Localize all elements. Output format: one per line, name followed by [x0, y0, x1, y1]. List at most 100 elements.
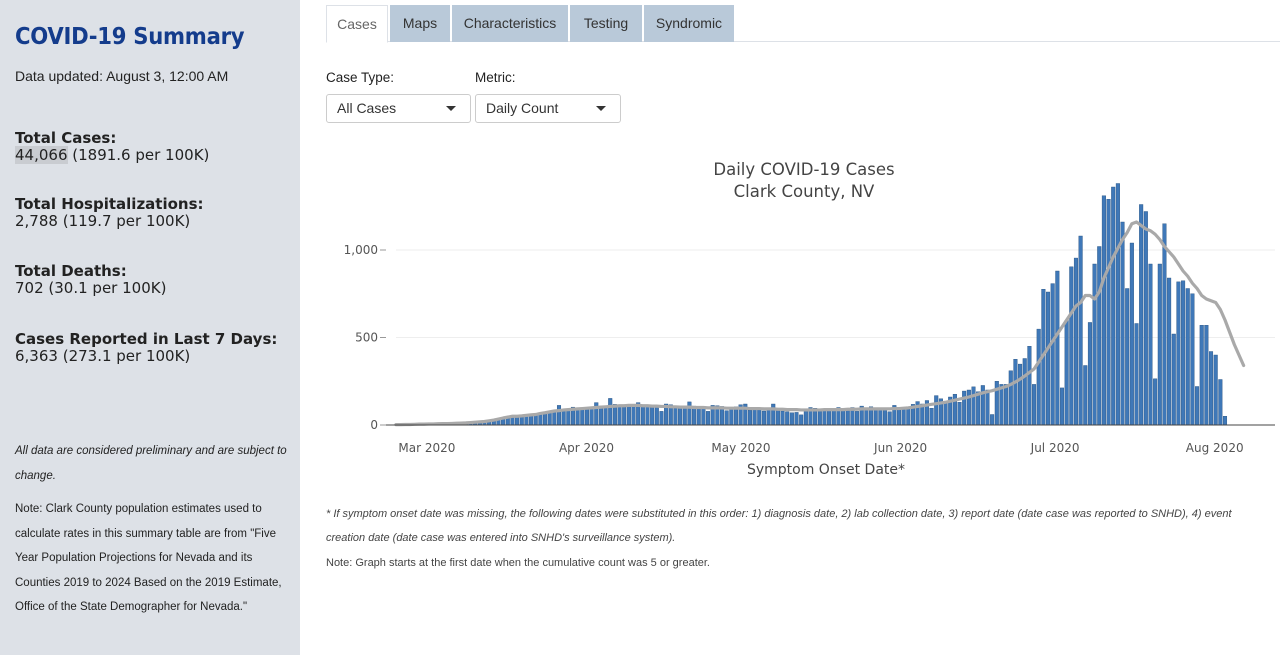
- bar: [999, 384, 1004, 426]
- bar: [682, 406, 687, 426]
- tab-maps[interactable]: Maps: [390, 5, 450, 42]
- x-tick-label: Jul 2020: [1030, 441, 1080, 455]
- bar: [1176, 281, 1181, 426]
- bar: [1087, 322, 1092, 426]
- bar: [1046, 291, 1051, 426]
- bar: [971, 386, 976, 426]
- bar: [1148, 263, 1153, 426]
- bar: [650, 406, 655, 426]
- bar: [752, 408, 757, 426]
- stat-cases-last-7-days: Cases Reported in Last 7 Days: 6,363 (27…: [15, 331, 277, 365]
- tab-testing[interactable]: Testing: [570, 5, 642, 42]
- bar: [976, 391, 981, 426]
- bar: [845, 408, 850, 426]
- stat-label: Total Hospitalizations:: [15, 195, 204, 213]
- stat-label: Cases Reported in Last 7 Days:: [15, 330, 278, 348]
- bar: [747, 410, 752, 426]
- bar: [929, 408, 934, 426]
- bar: [724, 410, 729, 426]
- bar: [1204, 325, 1209, 426]
- bar: [855, 411, 860, 426]
- bar: [1097, 246, 1102, 426]
- bar: [822, 409, 827, 426]
- bar: [631, 405, 636, 426]
- bar: [575, 408, 580, 426]
- bar: [1218, 379, 1223, 426]
- bar: [1199, 325, 1204, 426]
- bar: [780, 410, 785, 426]
- bar: [785, 411, 790, 426]
- stat-value: 44,066 (1891.6 per 100K): [15, 146, 210, 164]
- tab-bar: Cases Maps Characteristics Testing Syndr…: [326, 5, 1280, 43]
- y-tick-label: 500: [355, 331, 378, 345]
- stat-value: 2,788 (119.7 per 100K): [15, 212, 191, 230]
- metric-dropdown[interactable]: Daily Count: [475, 94, 621, 123]
- graph-start-footnote: Note: Graph starts at the first date whe…: [326, 557, 710, 569]
- bar: [1106, 199, 1111, 426]
- bar: [1008, 370, 1013, 426]
- bar: [1115, 183, 1120, 426]
- bar: [1022, 358, 1027, 426]
- bar: [934, 395, 939, 426]
- bar: [990, 414, 995, 426]
- bar: [617, 405, 622, 426]
- bar: [1064, 320, 1069, 426]
- bar: [1222, 416, 1228, 426]
- metric-selected: Daily Count: [486, 100, 559, 116]
- bar: [589, 407, 594, 426]
- x-tick-label: Mar 2020: [398, 441, 455, 455]
- bar: [896, 409, 901, 426]
- chart-subtitle: Clark County, NV: [734, 182, 875, 201]
- stat-value: 6,363 (273.1 per 100K): [15, 347, 191, 365]
- tab-syndromic[interactable]: Syndromic: [644, 5, 734, 42]
- bar: [1143, 211, 1148, 426]
- bar: [1092, 263, 1097, 426]
- bar: [1171, 333, 1176, 426]
- bar: [1153, 378, 1158, 426]
- case-type-dropdown[interactable]: All Cases: [326, 94, 471, 123]
- bar: [1157, 263, 1162, 426]
- bar: [543, 412, 548, 426]
- tab-characteristics[interactable]: Characteristics: [452, 5, 568, 42]
- bar: [883, 409, 888, 426]
- bar: [887, 411, 892, 426]
- bar: [622, 406, 627, 426]
- bar: [687, 401, 692, 426]
- summary-sidebar: COVID-19 Summary Data updated: August 3,…: [0, 0, 300, 655]
- bar: [640, 404, 645, 426]
- bar: [603, 407, 608, 426]
- x-axis-label: Symptom Onset Date*: [747, 462, 905, 478]
- bar: [701, 408, 706, 426]
- stat-total-hospitalizations: Total Hospitalizations: 2,788 (119.7 per…: [15, 196, 204, 230]
- bar: [901, 407, 906, 426]
- bar: [766, 409, 771, 426]
- tab-cases[interactable]: Cases: [326, 5, 388, 43]
- bar: [1078, 235, 1083, 426]
- bar: [1195, 386, 1200, 426]
- bar: [626, 405, 631, 426]
- preliminary-note: All data are considered preliminary and …: [15, 445, 287, 482]
- y-tick-label: 0: [370, 418, 378, 432]
- bar: [1209, 351, 1214, 426]
- bar: [515, 416, 520, 426]
- bar: [771, 403, 776, 426]
- x-tick-label: Aug 2020: [1186, 441, 1244, 455]
- y-tick-label: 1,000: [344, 243, 378, 257]
- bar: [1139, 204, 1144, 426]
- bar: [841, 410, 846, 426]
- stat-total-cases: Total Cases: 44,066 (1891.6 per 100K): [15, 130, 209, 164]
- x-tick-label: Jun 2020: [873, 441, 927, 455]
- summary-title: COVID-19 Summary: [15, 24, 245, 50]
- bar: [878, 408, 883, 426]
- x-tick-label: Apr 2020: [559, 441, 614, 455]
- bar: [831, 409, 836, 426]
- bar: [1032, 384, 1037, 426]
- bar: [659, 411, 664, 426]
- bar: [598, 405, 603, 426]
- bar: [1069, 266, 1074, 426]
- bar: [547, 411, 552, 426]
- bar: [761, 410, 766, 426]
- bar: [706, 411, 711, 426]
- bar: [757, 408, 762, 426]
- bar: [775, 409, 780, 426]
